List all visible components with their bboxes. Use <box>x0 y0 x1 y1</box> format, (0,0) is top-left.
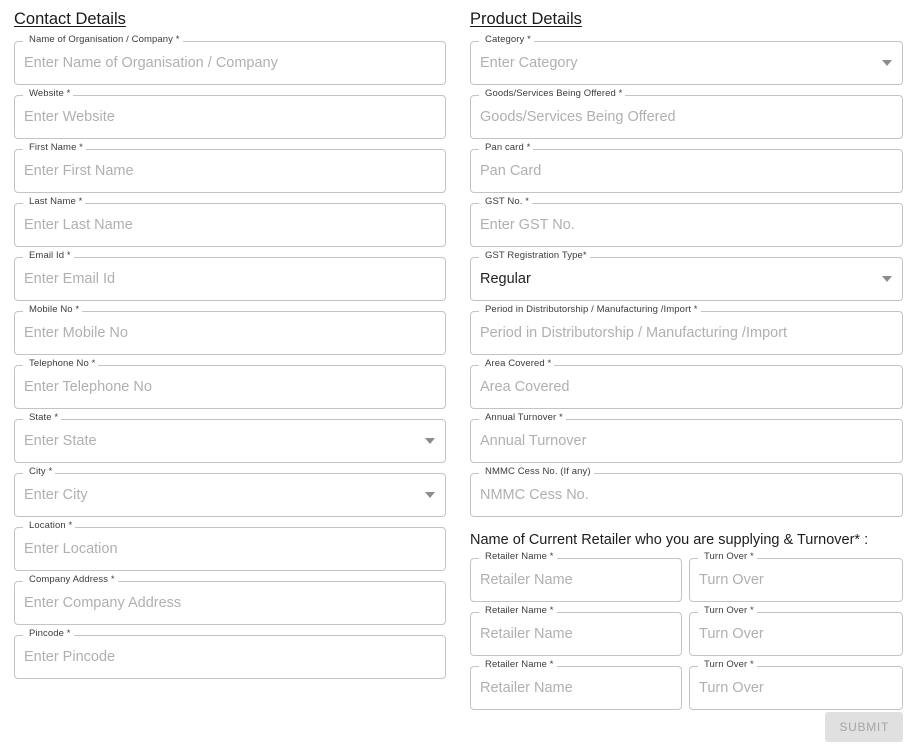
product-details-column: Product Details Category * Enter Category… <box>470 0 903 720</box>
field-retailer-name-3-label: Retailer Name * <box>482 659 557 671</box>
field-turn-over-3-placeholder[interactable]: Turn Over <box>699 666 869 710</box>
field-telephone-no-placeholder[interactable]: Enter Telephone No <box>24 365 412 409</box>
field-mobile-no-label: Mobile No * <box>26 304 83 316</box>
field-goods-services-being-offered[interactable]: Goods/Services Being Offered * Goods/Serv… <box>470 88 903 139</box>
field-state[interactable]: State * Enter State <box>14 412 446 463</box>
field-first-name[interactable]: First Name * Enter First Name <box>14 142 446 193</box>
field-website-placeholder[interactable]: Enter Website <box>24 95 412 139</box>
field-goods-services-being-offered-placeholder[interactable]: Goods/Services Being Offered <box>480 95 869 139</box>
field-turn-over-3[interactable]: Turn Over * Turn Over <box>689 659 903 710</box>
retailer-section-heading: Name of Current Retailer who you are sup… <box>470 532 869 548</box>
field-first-name-label: First Name * <box>26 142 86 154</box>
field-mobile-no[interactable]: Mobile No * Enter Mobile No <box>14 304 446 355</box>
field-gst-registration-type-value[interactable]: Regular <box>480 257 869 301</box>
field-retailer-name-3[interactable]: Retailer Name * Retailer Name <box>470 659 682 710</box>
field-city[interactable]: City * Enter City <box>14 466 446 517</box>
field-location-label: Location * <box>26 520 76 532</box>
field-category[interactable]: Category * Enter Category <box>470 34 903 85</box>
field-city-placeholder[interactable]: Enter City <box>24 473 412 517</box>
field-turn-over-2-label: Turn Over * <box>701 605 757 617</box>
field-turn-over-1-placeholder[interactable]: Turn Over <box>699 558 869 602</box>
contact-details-heading: Contact Details <box>14 10 126 28</box>
field-retailer-name-1-placeholder[interactable]: Retailer Name <box>480 558 648 602</box>
field-category-dropdown-arrow-icon[interactable] <box>882 60 892 66</box>
field-retailer-name-1-label: Retailer Name * <box>482 551 557 563</box>
retailer-rows-group: Retailer Name * Retailer Name Turn Over * T… <box>470 551 903 720</box>
field-annual-turnover-label: Annual Turnover * <box>482 412 566 424</box>
field-retailer-name-2[interactable]: Retailer Name * Retailer Name <box>470 605 682 656</box>
field-website-label: Website * <box>26 88 74 100</box>
field-email-id[interactable]: Email Id * Enter Email Id <box>14 250 446 301</box>
field-company-address[interactable]: Company Address * Enter Company Address <box>14 574 446 625</box>
field-retailer-name-2-label: Retailer Name * <box>482 605 557 617</box>
field-goods-services-being-offered-label: Goods/Services Being Offered * <box>482 88 626 100</box>
field-gst-no-label: GST No. * <box>482 196 533 208</box>
field-email-id-label: Email Id * <box>26 250 74 262</box>
field-category-label: Category * <box>482 34 534 46</box>
field-period-in-distributorship-manufacturing-import[interactable]: Period in Distributorship / Manufacturin… <box>470 304 903 355</box>
field-state-placeholder[interactable]: Enter State <box>24 419 412 463</box>
field-gst-no[interactable]: GST No. * Enter GST No. <box>470 196 903 247</box>
field-category-placeholder[interactable]: Enter Category <box>480 41 869 85</box>
field-gst-no-placeholder[interactable]: Enter GST No. <box>480 203 869 247</box>
field-name-of-organisation-company[interactable]: Name of Organisation / Company * Enter Na… <box>14 34 446 85</box>
field-mobile-no-placeholder[interactable]: Enter Mobile No <box>24 311 412 355</box>
field-last-name[interactable]: Last Name * Enter Last Name <box>14 196 446 247</box>
field-state-dropdown-arrow-icon[interactable] <box>425 438 435 444</box>
field-turn-over-1[interactable]: Turn Over * Turn Over <box>689 551 903 602</box>
field-turn-over-2[interactable]: Turn Over * Turn Over <box>689 605 903 656</box>
field-annual-turnover-placeholder[interactable]: Annual Turnover <box>480 419 869 463</box>
field-last-name-label: Last Name * <box>26 196 86 208</box>
field-location-placeholder[interactable]: Enter Location <box>24 527 412 571</box>
field-nmmc-cess-no-if-any-label: NMMC Cess No. (If any) <box>482 466 594 478</box>
field-area-covered-placeholder[interactable]: Area Covered <box>480 365 869 409</box>
field-city-label: City * <box>26 466 56 478</box>
field-turn-over-2-placeholder[interactable]: Turn Over <box>699 612 869 656</box>
contact-fields-group: Name of Organisation / Company * Enter Na… <box>14 34 446 679</box>
field-name-of-organisation-company-placeholder[interactable]: Enter Name of Organisation / Company <box>24 41 412 85</box>
field-first-name-placeholder[interactable]: Enter First Name <box>24 149 412 193</box>
field-last-name-placeholder[interactable]: Enter Last Name <box>24 203 412 247</box>
field-website[interactable]: Website * Enter Website <box>14 88 446 139</box>
field-period-in-distributorship-manufacturing-import-placeholder[interactable]: Period in Distributorship / Manufacturin… <box>480 311 869 355</box>
field-pincode-placeholder[interactable]: Enter Pincode <box>24 635 412 679</box>
field-retailer-name-2-placeholder[interactable]: Retailer Name <box>480 612 648 656</box>
form-actions: SUBMIT <box>0 712 903 742</box>
field-annual-turnover[interactable]: Annual Turnover * Annual Turnover <box>470 412 903 463</box>
retailer-row: Retailer Name * Retailer Name Turn Over * T… <box>470 605 903 666</box>
field-area-covered[interactable]: Area Covered * Area Covered <box>470 358 903 409</box>
field-turn-over-1-label: Turn Over * <box>701 551 757 563</box>
field-company-address-placeholder[interactable]: Enter Company Address <box>24 581 412 625</box>
contact-details-column: Contact Details Name of Organisation / C… <box>14 0 446 689</box>
product-details-heading: Product Details <box>470 10 582 28</box>
field-city-dropdown-arrow-icon[interactable] <box>425 492 435 498</box>
field-state-label: State * <box>26 412 62 424</box>
field-pan-card-placeholder[interactable]: Pan Card <box>480 149 869 193</box>
field-retailer-name-3-placeholder[interactable]: Retailer Name <box>480 666 648 710</box>
field-pan-card-label: Pan card * <box>482 142 534 154</box>
field-gst-registration-type[interactable]: GST Registration Type* Regular <box>470 250 903 301</box>
field-turn-over-3-label: Turn Over * <box>701 659 757 671</box>
field-pincode[interactable]: Pincode * Enter Pincode <box>14 628 446 679</box>
product-fields-group: Category * Enter Category Goods/Services B… <box>470 34 903 517</box>
field-pincode-label: Pincode * <box>26 628 74 640</box>
field-pan-card[interactable]: Pan card * Pan Card <box>470 142 903 193</box>
field-period-in-distributorship-manufacturing-import-label: Period in Distributorship / Manufacturin… <box>482 304 701 316</box>
field-nmmc-cess-no-if-any[interactable]: NMMC Cess No. (If any) NMMC Cess No. <box>470 466 903 517</box>
field-nmmc-cess-no-if-any-placeholder[interactable]: NMMC Cess No. <box>480 473 869 517</box>
field-telephone-no[interactable]: Telephone No * Enter Telephone No <box>14 358 446 409</box>
retailer-row: Retailer Name * Retailer Name Turn Over * T… <box>470 551 903 612</box>
field-name-of-organisation-company-label: Name of Organisation / Company * <box>26 34 183 46</box>
field-telephone-no-label: Telephone No * <box>26 358 99 370</box>
submit-button[interactable]: SUBMIT <box>825 712 903 742</box>
field-area-covered-label: Area Covered * <box>482 358 555 370</box>
field-location[interactable]: Location * Enter Location <box>14 520 446 571</box>
field-company-address-label: Company Address * <box>26 574 118 586</box>
field-gst-registration-type-dropdown-arrow-icon[interactable] <box>882 276 892 282</box>
field-gst-registration-type-label: GST Registration Type* <box>482 250 590 262</box>
field-email-id-placeholder[interactable]: Enter Email Id <box>24 257 412 301</box>
registration-form-page: Contact Details Name of Organisation / C… <box>0 0 916 750</box>
field-retailer-name-1[interactable]: Retailer Name * Retailer Name <box>470 551 682 602</box>
